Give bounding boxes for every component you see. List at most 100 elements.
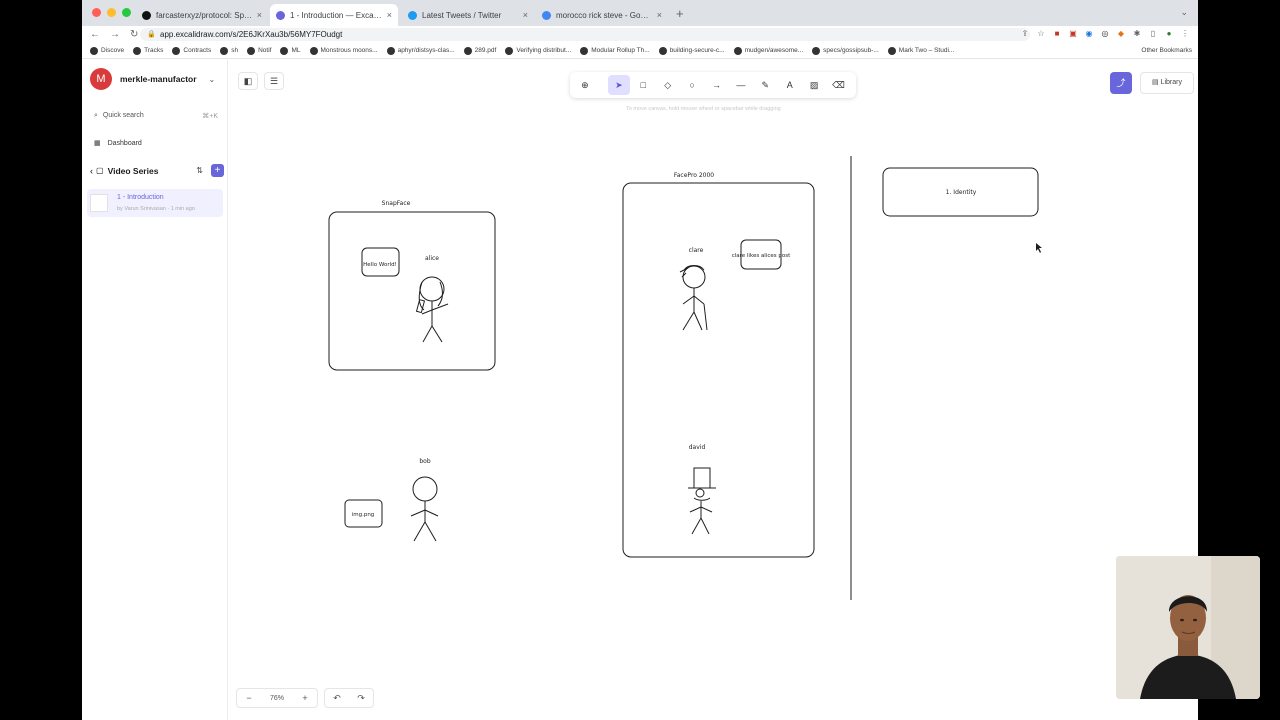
- bookmark-item[interactable]: Contracts: [172, 46, 211, 55]
- search-icon: ⌕: [94, 112, 98, 119]
- img-label[interactable]: img.png: [352, 512, 375, 518]
- close-tab-icon[interactable]: ×: [523, 10, 528, 20]
- sort-icon[interactable]: ⇅: [196, 166, 203, 175]
- forward-icon[interactable]: →: [110, 29, 122, 40]
- david-label[interactable]: david: [689, 444, 706, 451]
- zoom-box: − 76% +: [236, 688, 318, 708]
- bookmark-label: aphyr/distsys-clas...: [397, 47, 455, 54]
- zoom-level[interactable]: 76%: [261, 695, 293, 702]
- scene-list-item[interactable]: 1 - Introduction by Varun Srinivasan · 1…: [87, 189, 223, 217]
- bookmark-favicon-icon: [247, 46, 256, 55]
- clare-figure[interactable]: [679, 265, 708, 331]
- hello-text[interactable]: Hello World!: [363, 262, 397, 268]
- history-box: ↶ ↷: [324, 688, 374, 708]
- profile-avatar-icon[interactable]: ●: [1164, 29, 1174, 39]
- chevron-down-icon: ⌄: [208, 74, 216, 84]
- quick-search[interactable]: ⌕ Quick search ⌘+K: [94, 112, 218, 120]
- bookmark-favicon-icon: [812, 46, 821, 55]
- bookmark-item[interactable]: aphyr/distsys-clas...: [386, 46, 455, 55]
- bookmark-favicon-icon: [90, 46, 98, 55]
- address-bar-row: ← → ↻ 🔒 app.excalidraw.com/s/2E6JKrXau3b…: [82, 26, 1198, 43]
- bob-label[interactable]: bob: [419, 458, 430, 465]
- share-page-icon[interactable]: ⇪: [1020, 29, 1030, 39]
- snapface-frame[interactable]: [328, 211, 496, 371]
- close-tab-icon[interactable]: ×: [387, 10, 392, 20]
- bob-figure[interactable]: [410, 476, 439, 542]
- bookmark-favicon-icon: [172, 46, 181, 55]
- bookmark-item[interactable]: Notif: [247, 46, 271, 55]
- bookmark-favicon-icon: [386, 46, 395, 55]
- scene-thumbnail: [90, 194, 108, 212]
- add-scene-button[interactable]: +: [211, 164, 224, 177]
- browser-tab[interactable]: farcasterxyz/protocol: Specifi... ×: [136, 4, 268, 26]
- zoom-window-button[interactable]: [122, 8, 131, 17]
- snapface-label[interactable]: SnapFace: [382, 200, 411, 207]
- extension-icon[interactable]: ■: [1052, 29, 1062, 39]
- url-field[interactable]: 🔒 app.excalidraw.com/s/2E6JKrXau3b/56MY7…: [140, 28, 1030, 41]
- github-icon: [142, 10, 151, 20]
- bookmark-label: building-secure-c...: [669, 47, 725, 54]
- bookmark-item[interactable]: 289.pdf: [463, 46, 496, 55]
- tab-title: Latest Tweets / Twitter: [422, 10, 502, 20]
- bookmark-item[interactable]: Tracks: [133, 46, 164, 55]
- bookmark-label: Verifying distribut...: [516, 47, 572, 54]
- bookmark-label: ML: [291, 47, 301, 54]
- facepro-frame[interactable]: [622, 182, 815, 558]
- extension-icon[interactable]: ◎: [1100, 29, 1110, 39]
- close-window-button[interactable]: [92, 8, 101, 17]
- metamask-icon[interactable]: ◆: [1116, 29, 1126, 39]
- facepro-label[interactable]: FacePro 2000: [674, 172, 714, 179]
- zoom-out-button[interactable]: −: [237, 693, 261, 703]
- sidebar: M merkle-manufactor ⌄ ⌕ Quick search ⌘+K…: [82, 60, 228, 720]
- close-tab-icon[interactable]: ×: [257, 10, 262, 20]
- bookmark-item[interactable]: Verifying distribut...: [505, 46, 572, 55]
- bookmark-label: Tracks: [144, 47, 164, 54]
- close-tab-icon[interactable]: ×: [657, 10, 662, 20]
- redo-icon[interactable]: ↷: [349, 693, 373, 704]
- sidepanel-icon[interactable]: ▯: [1148, 29, 1158, 39]
- other-bookmarks[interactable]: Other Bookmarks: [1141, 47, 1192, 54]
- bookmark-item[interactable]: sh: [220, 46, 238, 55]
- bookmark-star-icon[interactable]: ☆: [1036, 29, 1046, 39]
- alice-label[interactable]: alice: [425, 255, 439, 262]
- chevron-left-icon[interactable]: ‹: [90, 166, 93, 176]
- bookmark-favicon-icon: [133, 46, 142, 55]
- browser-tab[interactable]: Latest Tweets / Twitter ×: [402, 4, 534, 26]
- extension-icon[interactable]: ▣: [1068, 29, 1078, 39]
- bookmark-item[interactable]: Mark Two – Studi...: [887, 46, 954, 55]
- extension-icon[interactable]: ◉: [1084, 29, 1094, 39]
- bookmark-item[interactable]: mudgen/awesome...: [733, 46, 803, 55]
- dashboard-link[interactable]: ▦ Dashboard: [94, 139, 142, 147]
- identity-label[interactable]: 1. Identity: [946, 189, 977, 196]
- clare-label[interactable]: clare: [689, 247, 704, 254]
- bookmark-item[interactable]: Modular Rollup Th...: [580, 46, 650, 55]
- dashboard-label: Dashboard: [107, 140, 142, 147]
- google-icon: [542, 10, 551, 20]
- tab-search-chevron-icon[interactable]: ⌄: [1180, 7, 1188, 18]
- canvas[interactable]: ◧ ☰ ⊕ ➤ □ ◇ ○ → — ✎ A ▨ ⌫ To move canvas, hold mou…: [228, 60, 1198, 720]
- bookmark-item[interactable]: ML: [280, 46, 301, 55]
- bookmark-item[interactable]: specs/gossipsub-...: [812, 46, 879, 55]
- bookmark-favicon-icon: [733, 46, 742, 55]
- browser-tab-active[interactable]: 1 - Introduction — Excalidraw Pl... ×: [270, 4, 398, 26]
- alice-figure[interactable]: [415, 276, 449, 343]
- undo-icon[interactable]: ↶: [325, 693, 349, 704]
- lock-icon: 🔒: [147, 31, 156, 38]
- minimize-window-button[interactable]: [107, 8, 116, 17]
- search-placeholder: Quick search: [102, 112, 144, 119]
- puzzle-icon[interactable]: ✱: [1132, 29, 1142, 39]
- clare-likes-text[interactable]: clare likes alices post: [732, 253, 791, 259]
- bookmark-label: specs/gossipsub-...: [823, 47, 879, 54]
- bookmark-item[interactable]: Monstrous moons...: [309, 46, 378, 55]
- bookmark-favicon-icon: [280, 46, 289, 55]
- workspace-switcher[interactable]: M merkle-manufactor ⌄: [90, 68, 215, 90]
- bookmark-item[interactable]: Discove: [90, 46, 124, 55]
- bookmark-item[interactable]: building-secure-c...: [658, 46, 725, 55]
- david-figure[interactable]: [688, 467, 716, 535]
- collection-title: Video Series: [107, 165, 159, 176]
- back-icon[interactable]: ←: [90, 29, 102, 40]
- zoom-in-button[interactable]: +: [293, 693, 317, 703]
- new-tab-button[interactable]: +: [676, 6, 684, 21]
- browser-tab[interactable]: morocco rick steve - Google Se... ×: [536, 4, 668, 26]
- menu-icon[interactable]: ⋮: [1180, 29, 1190, 39]
